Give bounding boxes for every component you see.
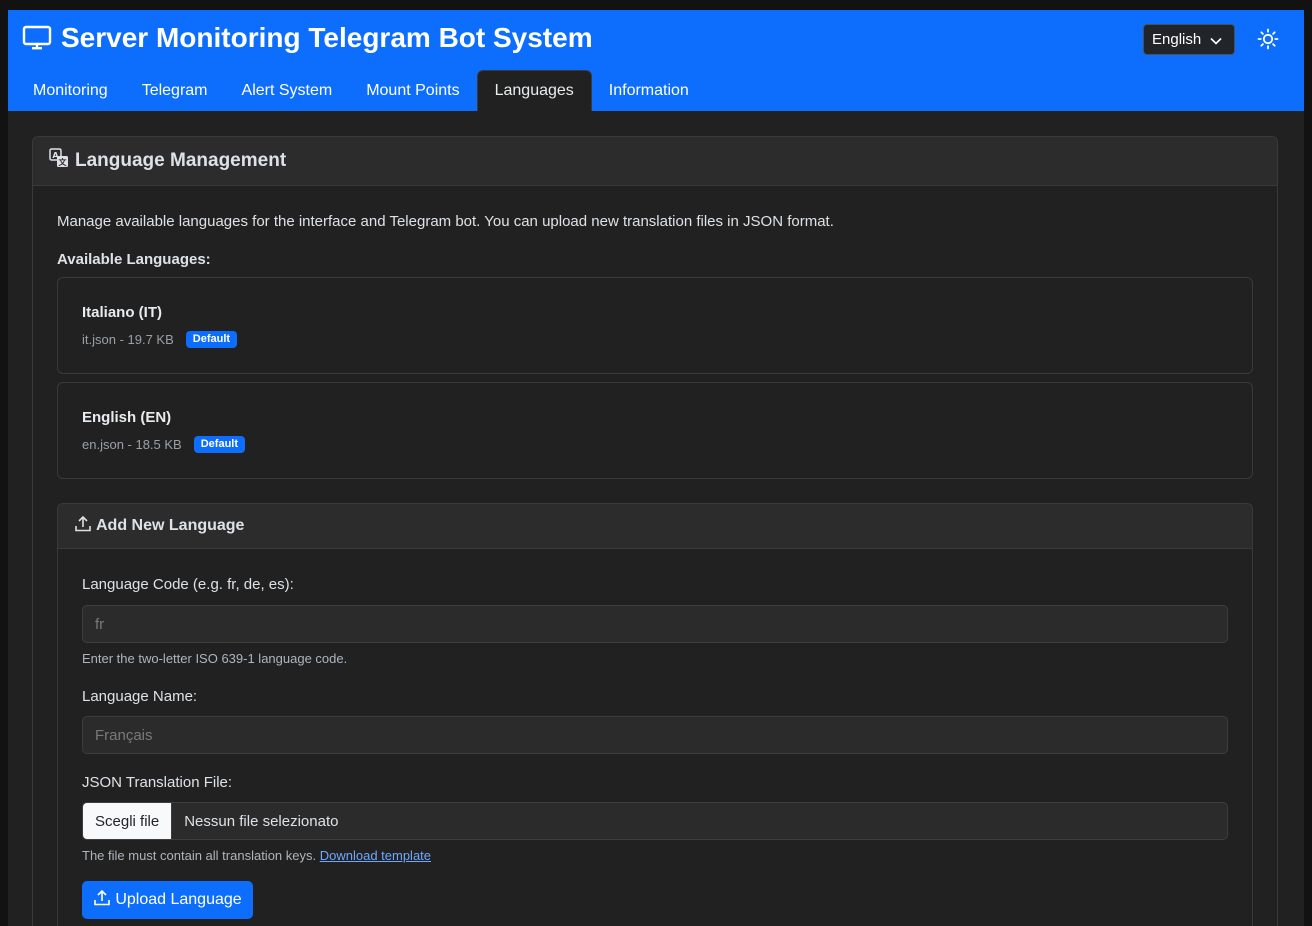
language-file-info: it.json - 19.7 KB <box>82 332 174 347</box>
language-meta-row: it.json - 19.7 KB Default <box>82 331 238 348</box>
tab-alert-system[interactable]: Alert System <box>225 70 350 111</box>
language-code-help: Enter the two-letter ISO 639-1 language … <box>82 651 348 666</box>
tab-languages[interactable]: Languages <box>476 70 592 111</box>
add-language-title: Add New Language <box>96 517 245 534</box>
choose-file-button[interactable]: Scegli file <box>83 803 173 839</box>
add-language-card: Add New Language Language Code (e.g. fr,… <box>57 503 1253 926</box>
tab-mount-points[interactable]: Mount Points <box>349 70 476 111</box>
chevron-down-icon <box>1210 33 1222 50</box>
header: Server Monitoring Telegram Bot System En… <box>8 10 1304 111</box>
app-title-text: Server Monitoring Telegram Bot System <box>61 22 593 53</box>
app-title: Server Monitoring Telegram Bot System <box>22 20 593 56</box>
card-title: Language Management <box>75 150 287 171</box>
upload-icon <box>93 889 111 912</box>
language-code-label: Language Code (e.g. fr, de, es): <box>82 576 294 593</box>
available-languages-label: Available Languages: <box>57 251 211 268</box>
translate-icon: A 文 <box>49 148 69 174</box>
tab-telegram[interactable]: Telegram <box>125 70 225 111</box>
language-management-card: A 文 Language Management Manage available… <box>32 136 1278 926</box>
language-name-label: Language Name: <box>82 688 198 705</box>
language-select[interactable]: English <box>1143 24 1235 55</box>
json-file-label: JSON Translation File: <box>82 774 233 791</box>
language-name: English (EN) <box>82 409 172 426</box>
list-item: English (EN) en.json - 18.5 KB Default <box>57 382 1253 479</box>
list-item: Italiano (IT) it.json - 19.7 KB Default <box>57 277 1253 374</box>
sun-icon[interactable] <box>1257 28 1279 50</box>
upload-language-button[interactable]: Upload Language <box>82 881 253 919</box>
language-name: Italiano (IT) <box>82 304 162 321</box>
language-code-input[interactable]: fr <box>82 605 1228 643</box>
add-language-header: Add New Language <box>58 504 1252 549</box>
main-tabs: Monitoring Telegram Alert System Mount P… <box>16 70 706 111</box>
upload-language-label: Upload Language <box>115 891 242 908</box>
file-help-text: The file must contain all translation ke… <box>82 848 317 863</box>
default-badge: Default <box>185 331 238 348</box>
file-help: The file must contain all translation ke… <box>82 848 431 863</box>
upload-icon <box>74 515 92 538</box>
file-status: Nessun file selezionato <box>184 812 339 830</box>
language-select-value: English <box>1152 31 1202 48</box>
default-badge: Default <box>193 436 246 453</box>
download-template-link[interactable]: Download template <box>320 848 431 863</box>
language-file-info: en.json - 18.5 KB <box>82 437 182 452</box>
json-file-input[interactable]: Scegli file Nessun file selezionato <box>82 802 1228 840</box>
card-header: A 文 Language Management <box>33 137 1277 186</box>
app-window: Server Monitoring Telegram Bot System En… <box>8 10 1304 926</box>
svg-text:文: 文 <box>59 157 68 167</box>
monitor-icon <box>22 25 52 51</box>
language-name-input[interactable]: Français <box>82 716 1228 754</box>
tab-monitoring[interactable]: Monitoring <box>16 70 125 111</box>
language-meta-row: en.json - 18.5 KB Default <box>82 436 246 453</box>
card-description: Manage available languages for the inter… <box>57 213 834 230</box>
tab-information[interactable]: Information <box>592 70 706 111</box>
